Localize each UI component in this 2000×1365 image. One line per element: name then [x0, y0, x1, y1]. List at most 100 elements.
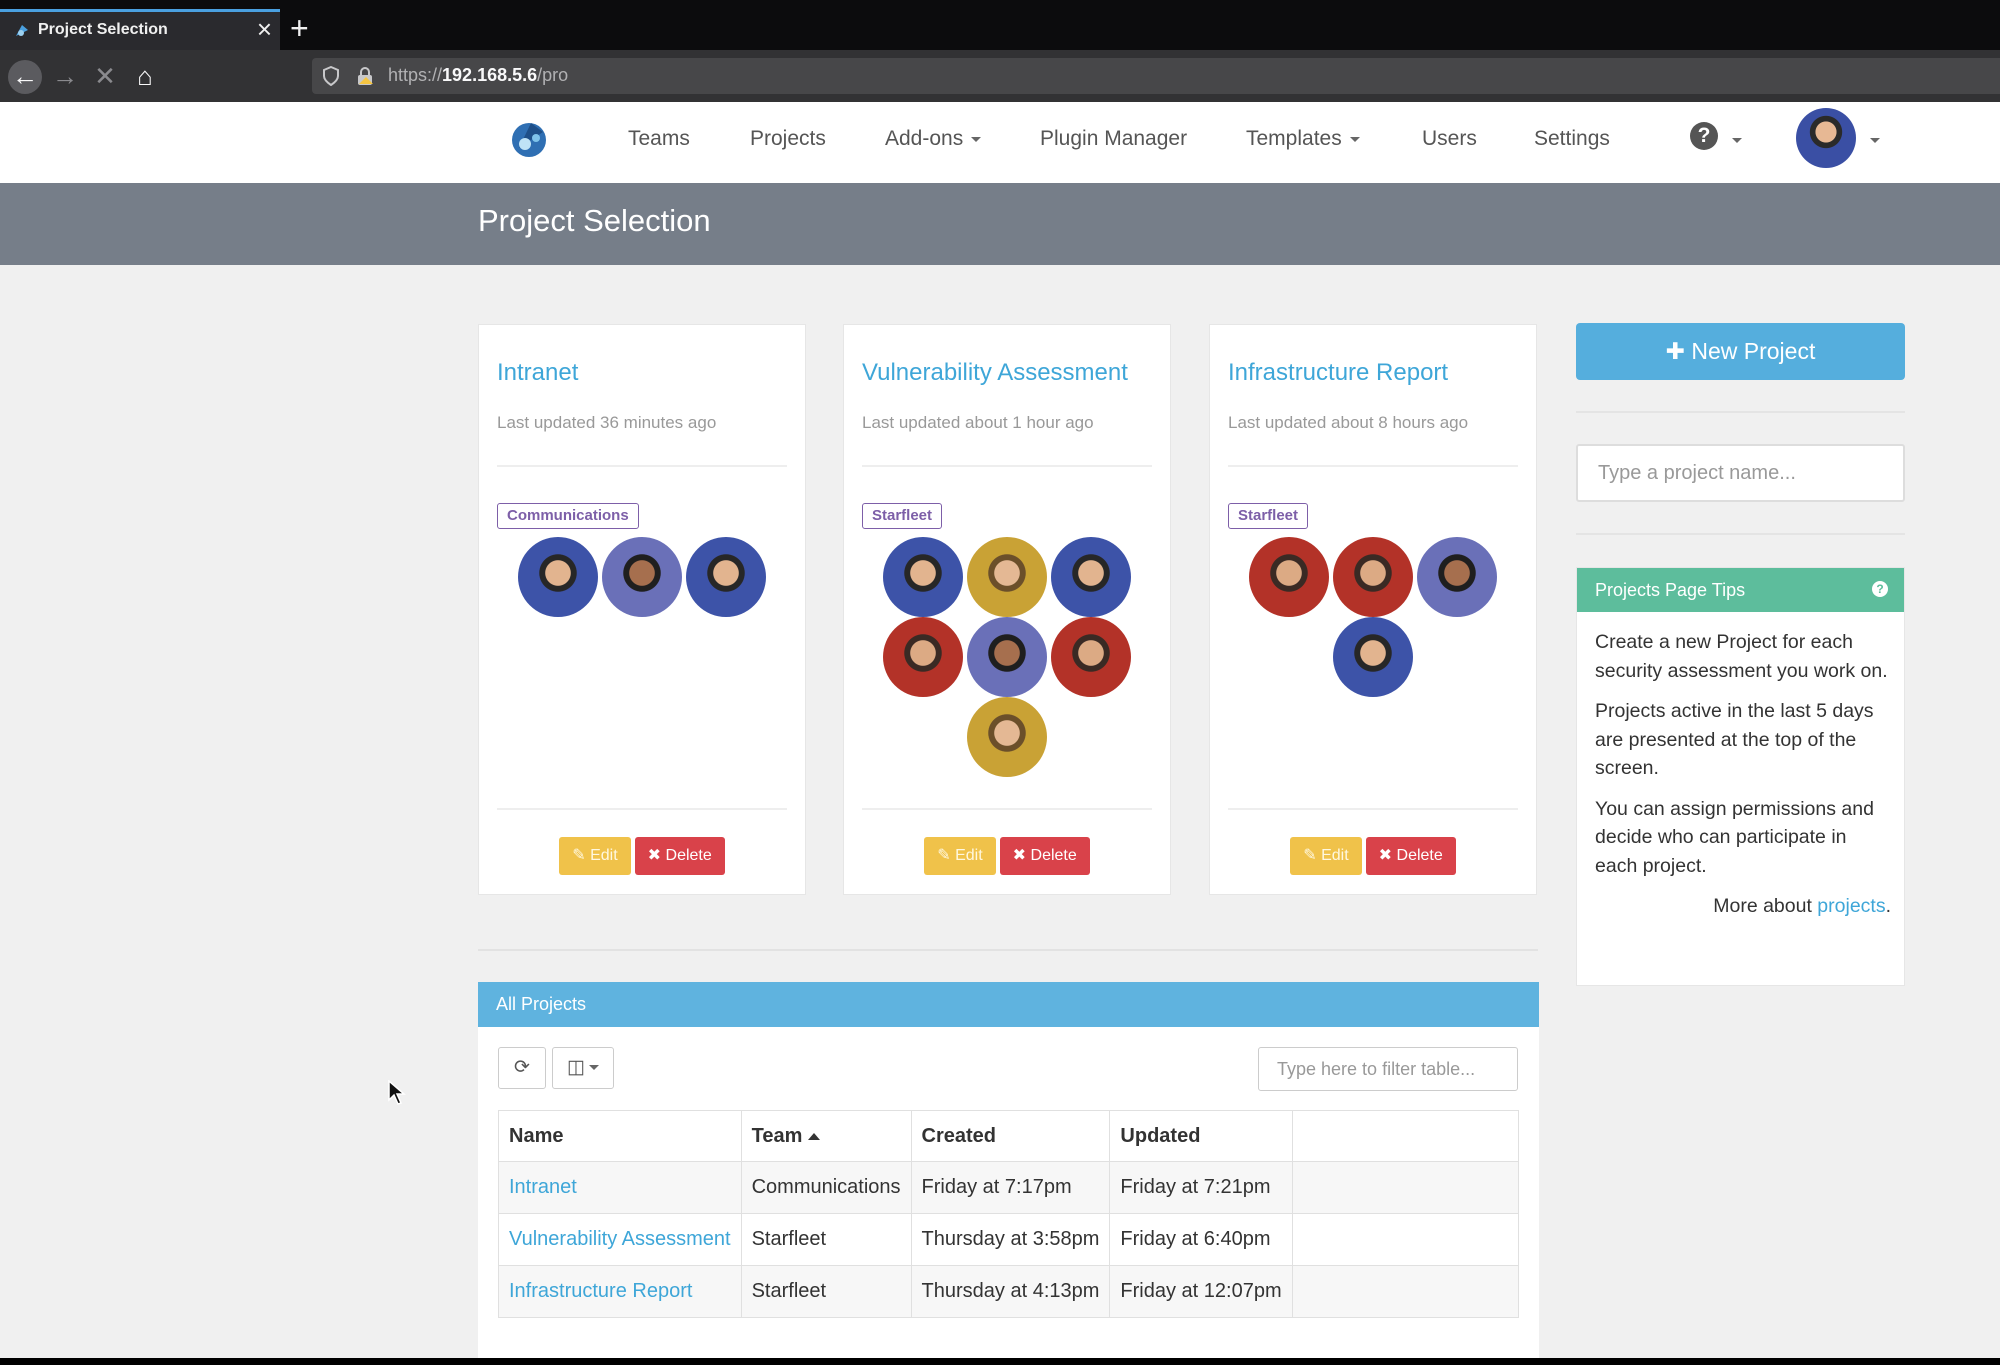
divider — [1228, 808, 1518, 810]
cell-team: Starfleet — [740, 1265, 912, 1318]
all-projects-panel: All Projects ⟳ ◫ Name Team Created Updat… — [478, 982, 1539, 1362]
nav-users[interactable]: Users — [1422, 127, 1477, 151]
plus-icon: ✚ — [1665, 338, 1692, 364]
delete-button[interactable]: ✖ Delete — [634, 837, 725, 875]
member-avatar[interactable] — [1333, 617, 1413, 697]
member-avatar[interactable] — [1051, 617, 1131, 697]
member-avatar[interactable] — [967, 617, 1047, 697]
project-card-title[interactable]: Vulnerability Assessment — [862, 359, 1128, 387]
nav-plugin-manager[interactable]: Plugin Manager — [1040, 127, 1187, 151]
member-avatars — [844, 537, 1170, 777]
columns-toggle-button[interactable]: ◫ — [552, 1047, 614, 1089]
edit-button[interactable]: ✎ Edit — [559, 837, 631, 875]
tip-text: Projects active in the last 5 days are p… — [1595, 700, 1874, 779]
forward-arrow-icon[interactable]: → — [48, 60, 82, 94]
window-bottom-edge — [0, 1358, 2000, 1365]
sort-ascending-icon — [808, 1132, 821, 1140]
table-filter-input[interactable] — [1258, 1047, 1518, 1091]
project-link[interactable]: Vulnerability Assessment — [509, 1228, 731, 1250]
cell-updated: Friday at 12:07pm — [1109, 1265, 1293, 1318]
stop-loading-icon[interactable]: ✕ — [88, 60, 122, 94]
browser-tab-bar: Project Selection × + — [0, 0, 2000, 50]
member-avatar[interactable] — [1417, 537, 1497, 617]
new-tab-icon[interactable]: + — [290, 10, 309, 46]
mouse-cursor-icon — [388, 1080, 406, 1105]
project-link[interactable]: Intranet — [509, 1176, 577, 1198]
cell-team: Starfleet — [740, 1213, 912, 1266]
cell-name: Intranet — [498, 1161, 742, 1214]
project-search-input[interactable] — [1576, 444, 1905, 502]
divider — [497, 808, 787, 810]
close-tab-icon[interactable]: × — [257, 14, 272, 44]
user-avatar[interactable] — [1796, 108, 1856, 168]
table-row: Intranet Communications Friday at 7:17pm… — [498, 1161, 1520, 1214]
divider — [862, 808, 1152, 810]
cell-updated: Friday at 7:21pm — [1109, 1161, 1293, 1214]
cell-actions — [1291, 1213, 1520, 1266]
member-avatars — [479, 537, 805, 617]
home-icon[interactable]: ⌂ — [128, 60, 162, 94]
member-avatar[interactable] — [1333, 537, 1413, 617]
member-avatars — [1210, 537, 1536, 697]
cell-created: Thursday at 4:13pm — [910, 1265, 1111, 1318]
edit-button[interactable]: ✎ Edit — [1290, 837, 1362, 875]
column-header-updated[interactable]: Updated — [1109, 1110, 1293, 1162]
url-text: https://192.168.5.6/pro — [388, 65, 569, 85]
insecure-lock-icon[interactable] — [356, 66, 374, 86]
delete-button[interactable]: ✖ Delete — [999, 837, 1090, 875]
url-bar[interactable]: https://192.168.5.6/pro — [312, 58, 2000, 94]
team-badge[interactable]: Starfleet — [1228, 503, 1309, 529]
browser-tab-active[interactable]: Project Selection × — [0, 9, 280, 50]
nav-teams[interactable]: Teams — [628, 127, 690, 151]
tip-text: Create a new Project for each security a… — [1595, 631, 1888, 682]
pencil-icon: ✎ — [1303, 847, 1322, 864]
table-header-row: Name Team Created Updated — [498, 1110, 1520, 1162]
member-avatar[interactable] — [518, 537, 598, 617]
new-project-button[interactable]: ✚ New Project — [1576, 323, 1905, 380]
cell-created: Friday at 7:17pm — [910, 1161, 1111, 1214]
pencil-icon: ✎ — [572, 847, 591, 864]
user-menu-caret-icon[interactable] — [1870, 138, 1880, 143]
member-avatar[interactable] — [686, 537, 766, 617]
project-card-title[interactable]: Infrastructure Report — [1228, 359, 1448, 387]
table-row: Infrastructure Report Starfleet Thursday… — [498, 1265, 1520, 1318]
top-navigation: Teams Projects Add-ons Plugin Manager Te… — [0, 102, 2000, 183]
nav-templates[interactable]: Templates — [1246, 127, 1360, 151]
member-avatar[interactable] — [1051, 537, 1131, 617]
app-logo-icon[interactable] — [505, 114, 555, 164]
delete-button[interactable]: ✖ Delete — [1365, 837, 1456, 875]
card-actions: ✎ Edit ✖ Delete — [844, 837, 1170, 875]
help-menu-caret-icon[interactable] — [1732, 138, 1742, 143]
help-icon[interactable]: ? — [1690, 122, 1718, 150]
edit-button[interactable]: ✎ Edit — [924, 837, 996, 875]
cell-team: Communications — [740, 1161, 912, 1214]
chevron-down-icon — [588, 1065, 599, 1071]
projects-help-link[interactable]: projects — [1817, 895, 1885, 917]
divider — [1228, 465, 1518, 467]
nav-projects[interactable]: Projects — [750, 127, 826, 151]
member-avatar[interactable] — [602, 537, 682, 617]
column-header-actions — [1291, 1110, 1520, 1162]
member-avatar[interactable] — [967, 697, 1047, 777]
team-badge[interactable]: Starfleet — [862, 503, 943, 529]
member-avatar[interactable] — [1249, 537, 1329, 617]
team-badge[interactable]: Communications — [497, 503, 639, 529]
nav-settings[interactable]: Settings — [1534, 127, 1610, 151]
refresh-button[interactable]: ⟳ — [498, 1047, 546, 1089]
column-header-team[interactable]: Team — [740, 1110, 912, 1162]
app-favicon-icon — [16, 25, 28, 36]
x-icon: ✖ — [1378, 847, 1397, 864]
cell-updated: Friday at 6:40pm — [1109, 1213, 1293, 1266]
nav-add-ons[interactable]: Add-ons — [885, 127, 982, 151]
help-icon[interactable]: ? — [1872, 581, 1888, 597]
column-header-name[interactable]: Name — [498, 1110, 742, 1162]
tips-body: Create a new Project for each security a… — [1595, 628, 1891, 933]
back-arrow-icon[interactable]: ← — [8, 60, 42, 94]
project-card-title[interactable]: Intranet — [497, 359, 578, 387]
member-avatar[interactable] — [883, 617, 963, 697]
chevron-down-icon — [1349, 136, 1360, 142]
member-avatar[interactable] — [967, 537, 1047, 617]
column-header-created[interactable]: Created — [910, 1110, 1111, 1162]
project-link[interactable]: Infrastructure Report — [509, 1280, 692, 1302]
member-avatar[interactable] — [883, 537, 963, 617]
